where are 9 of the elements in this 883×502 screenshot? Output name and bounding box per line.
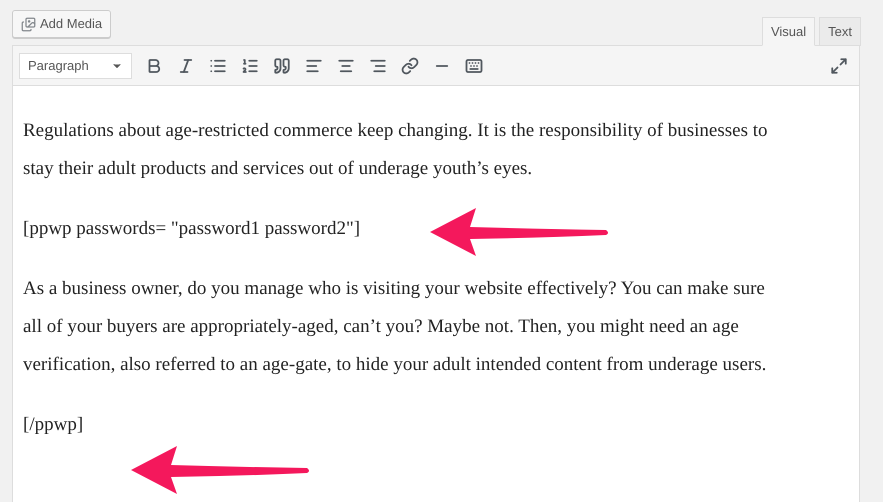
editor-tab[interactable]: Text xyxy=(819,17,861,46)
format-select[interactable]: Paragraph xyxy=(19,52,132,78)
media-icon xyxy=(21,16,36,32)
editor-tab[interactable]: Visual xyxy=(762,17,816,46)
paragraph: [/ppwp] xyxy=(23,413,84,437)
add-media-button[interactable]: Add Media xyxy=(12,10,112,38)
paragraph: [ppwp passwords= "password1 password2"] xyxy=(23,217,360,241)
paragraph: As a business owner, do you manage who is visiting your website effectively? You can make sure all of your buyers are appropriately-aged, can’t you? Maybe not. Then, you might need an age verification, also referred to an age-gate, to hide your adult intended content from underage users. xyxy=(23,277,768,377)
paragraph: Regulations about age-restricted commerce keep changing. It is the responsibility of businesses to stay their adult products and services out of underage youth’s eyes. xyxy=(23,119,768,181)
